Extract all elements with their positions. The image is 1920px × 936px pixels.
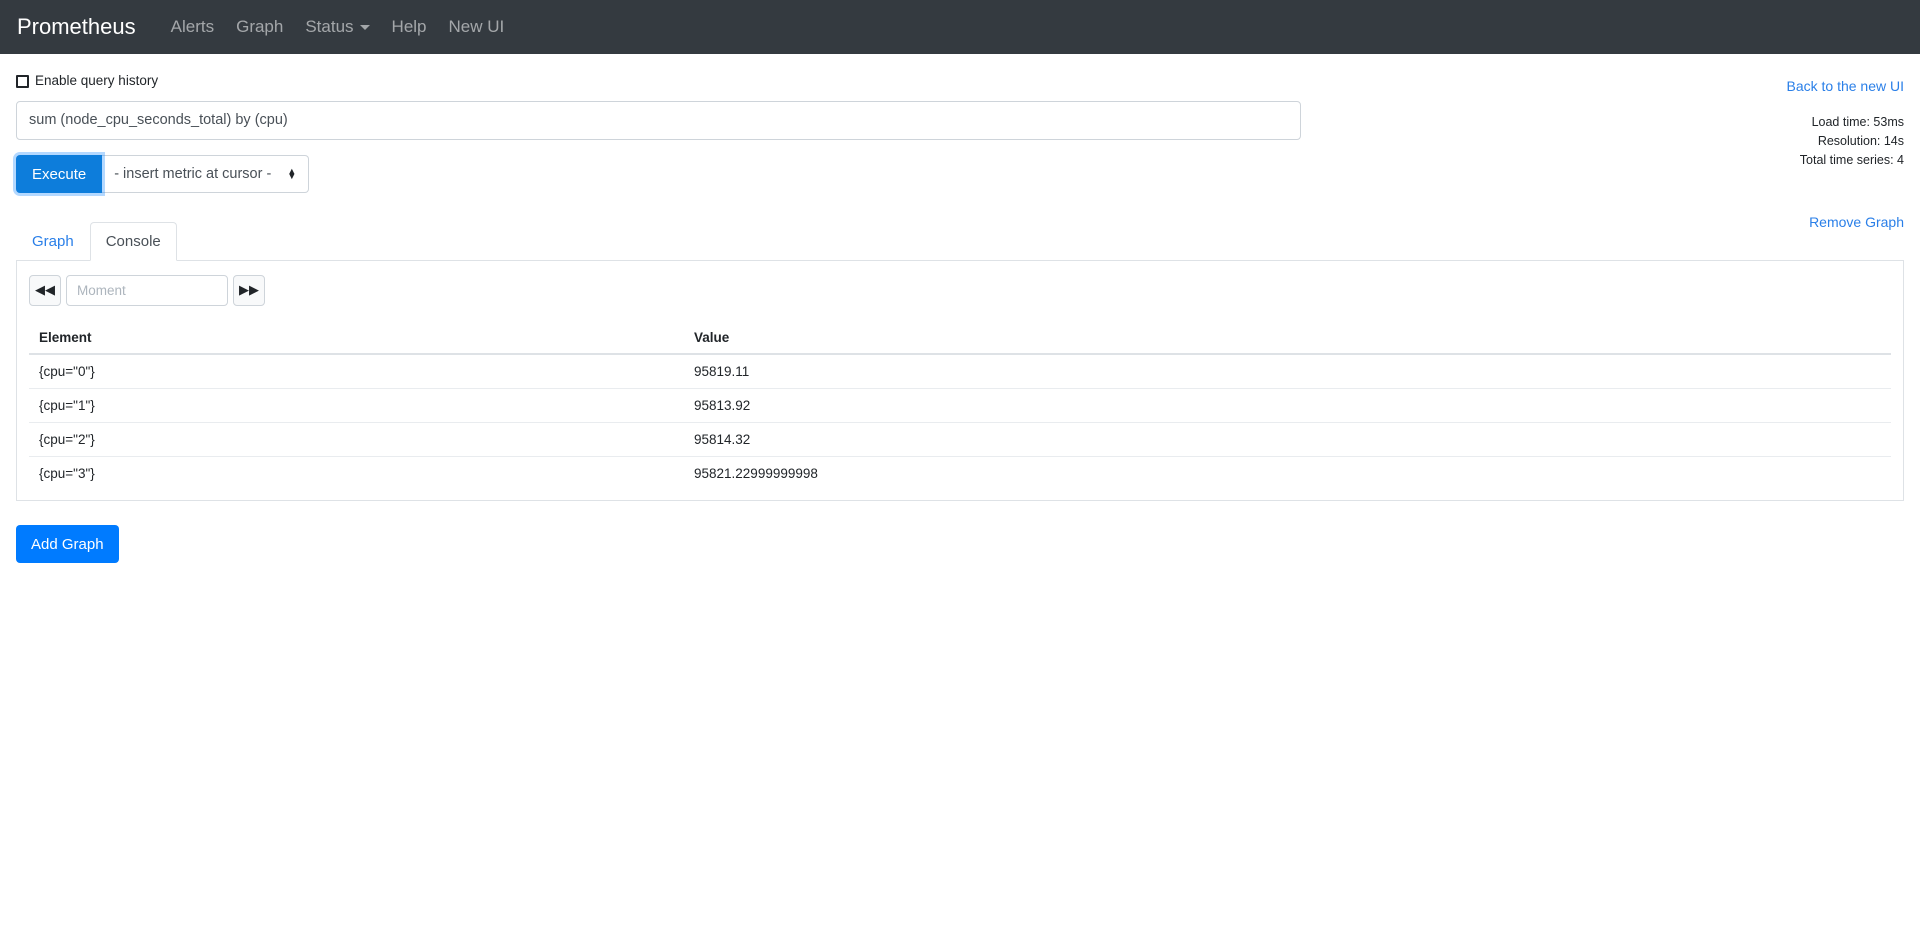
nav-link-alerts-label: Alerts [170, 17, 215, 36]
execute-button[interactable]: Execute [16, 155, 103, 193]
row-element: {cpu="3"} [29, 456, 684, 490]
step-backward-icon[interactable]: ◀◀ [29, 275, 61, 306]
total-time-series-stat: Total time series: 4 [1799, 153, 1904, 167]
load-time-stat: Load time: 53ms [1811, 115, 1904, 129]
row-value: 95813.92 [684, 388, 1891, 423]
results-table-head: Element Value [29, 322, 1891, 355]
row-element: {cpu="0"} [39, 364, 95, 379]
remove-graph-wrap: Remove Graph [16, 214, 1904, 232]
query-column: Enable query history Execute - insert me… [16, 72, 1606, 193]
nav-link-new-ui[interactable]: New UI [438, 11, 516, 43]
nav-link-help[interactable]: Help [381, 11, 438, 43]
table-row: {cpu="2"} 95814.32 [29, 422, 1891, 457]
table-row: {cpu="0"} 95819.11 [29, 354, 1891, 389]
table-row: {cpu="1"} 95813.92 [29, 388, 1891, 423]
row-element: {cpu="2"} [29, 422, 684, 457]
nav-link-status[interactable]: Status [294, 11, 380, 43]
row-value: 95814.32 [684, 422, 1891, 457]
results-table-body: {cpu="0"} 95819.11 {cpu="1"} 95813.92 {c… [29, 354, 1891, 490]
step-backward-glyph: ◀◀ [35, 283, 55, 298]
add-graph-button[interactable]: Add Graph [16, 525, 119, 563]
moment-controls: ◀◀ ▶▶ [29, 275, 1891, 306]
nav-link-help-label: Help [391, 17, 427, 36]
nav-link-new-ui-label: New UI [448, 17, 505, 36]
column-header-value: Value [684, 322, 1891, 355]
moment-input[interactable] [66, 275, 228, 306]
select-stepper-icon: ▲ ▼ [287, 166, 297, 181]
enable-query-history-label: Enable query history [35, 73, 159, 89]
enable-query-history-checkbox[interactable] [16, 74, 29, 88]
brand-prometheus[interactable]: Prometheus [17, 16, 136, 38]
nav-links: Alerts Graph Status Help New UI [160, 11, 516, 43]
query-expression-input[interactable] [16, 101, 1301, 140]
row-value: 95821.22999999998 [684, 456, 1891, 490]
nav-link-graph-label: Graph [236, 17, 284, 36]
column-header-element: Element [29, 322, 684, 355]
results-header-row: Element Value [29, 322, 1891, 355]
nav-link-status-label: Status [305, 17, 354, 36]
insert-metric-select-value: - insert metric at cursor - [114, 166, 272, 182]
nav-link-graph[interactable]: Graph [225, 11, 294, 43]
row-value: 95819.11 [694, 364, 750, 379]
step-forward-icon[interactable]: ▶▶ [233, 275, 265, 306]
enable-query-history-row[interactable]: Enable query history [16, 72, 1606, 90]
query-and-meta-row: Enable query history Execute - insert me… [16, 54, 1904, 193]
resolution-stat: Resolution: 14s [1817, 134, 1904, 148]
insert-metric-select[interactable]: - insert metric at cursor - ▲ ▼ [102, 155, 310, 193]
remove-graph-link[interactable]: Remove Graph [1809, 214, 1904, 230]
table-row: {cpu="3"} 95821.22999999998 [29, 456, 1891, 490]
query-controls-row: Execute - insert metric at cursor - ▲ ▼ [16, 155, 1606, 193]
chevron-down-icon [359, 24, 370, 30]
page-container: Enable query history Execute - insert me… [0, 54, 1920, 563]
query-stats: Load time: 53ms Resolution: 14s Total ti… [1614, 113, 1904, 170]
console-panel: ◀◀ ▶▶ Element Value {cpu="0"} 95819.11 [16, 261, 1904, 501]
back-to-new-ui-link[interactable]: Back to the new UI [1786, 78, 1904, 94]
main-navbar: Prometheus Alerts Graph Status Help New … [0, 0, 1920, 54]
add-graph-wrap: Add Graph [16, 525, 1904, 563]
nav-link-alerts[interactable]: Alerts [160, 11, 225, 43]
meta-column: Back to the new UI Load time: 53ms Resol… [1614, 72, 1904, 170]
step-forward-glyph: ▶▶ [239, 283, 259, 298]
results-table: Element Value {cpu="0"} 95819.11 {cpu="1… [29, 322, 1891, 490]
row-element: {cpu="1"} [29, 388, 684, 423]
